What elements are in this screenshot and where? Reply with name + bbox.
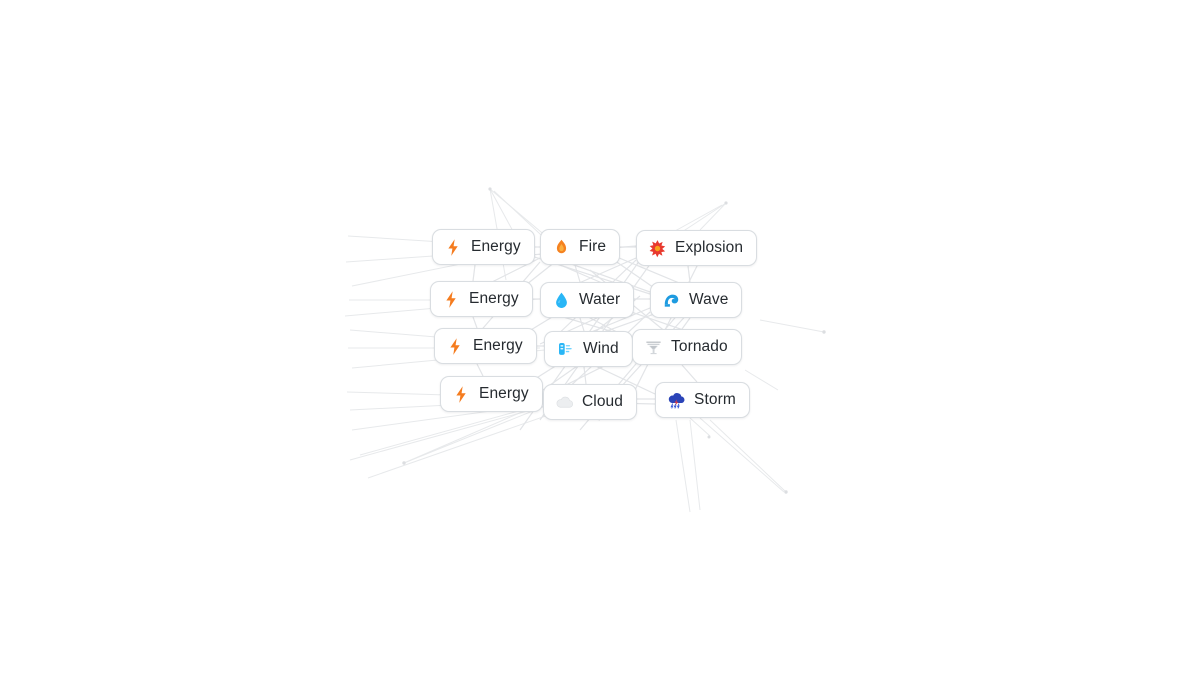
- cloud-icon: [555, 393, 574, 412]
- node-energy-1[interactable]: Energy: [432, 229, 535, 265]
- node-label: Energy: [473, 337, 523, 355]
- node-fire[interactable]: Fire: [540, 229, 621, 265]
- wave-icon: [662, 291, 681, 310]
- node-explosion[interactable]: Explosion: [636, 230, 758, 266]
- node-energy-3[interactable]: Energy: [434, 328, 537, 364]
- energy-bolt-icon: [444, 238, 463, 257]
- node-label: Cloud: [582, 393, 623, 411]
- node-label: Energy: [469, 290, 519, 308]
- node-label: Fire: [579, 238, 607, 256]
- node-cloud[interactable]: Cloud: [543, 384, 637, 420]
- node-water[interactable]: Water: [540, 282, 635, 318]
- explosion-icon: [648, 239, 667, 258]
- energy-bolt-icon: [446, 337, 465, 356]
- wind-dash-icon: [556, 340, 575, 359]
- storm-cloud-icon: [667, 391, 686, 410]
- tornado-funnel-icon: [644, 338, 663, 357]
- node-label: Storm: [694, 391, 736, 409]
- node-energy-2[interactable]: Energy: [430, 281, 533, 317]
- node-label: Wave: [689, 291, 729, 309]
- energy-bolt-icon: [452, 385, 471, 404]
- node-storm[interactable]: Storm: [655, 382, 750, 418]
- node-wave[interactable]: Wave: [650, 282, 743, 318]
- node-label: Energy: [471, 238, 521, 256]
- fire-flame-icon: [552, 238, 571, 257]
- node-energy-4[interactable]: Energy: [440, 376, 543, 412]
- node-layer: Energy Fire Explosion Energy Water Wave …: [0, 0, 1200, 675]
- node-tornado[interactable]: Tornado: [632, 329, 742, 365]
- node-label: Explosion: [675, 239, 744, 257]
- node-label: Wind: [583, 340, 619, 358]
- node-label: Water: [579, 291, 621, 309]
- node-wind[interactable]: Wind: [544, 331, 633, 367]
- node-label: Tornado: [671, 338, 728, 356]
- craft-canvas[interactable]: Energy Fire Explosion Energy Water Wave …: [0, 0, 1200, 675]
- water-droplet-icon: [552, 291, 571, 310]
- energy-bolt-icon: [442, 290, 461, 309]
- node-label: Energy: [479, 385, 529, 403]
